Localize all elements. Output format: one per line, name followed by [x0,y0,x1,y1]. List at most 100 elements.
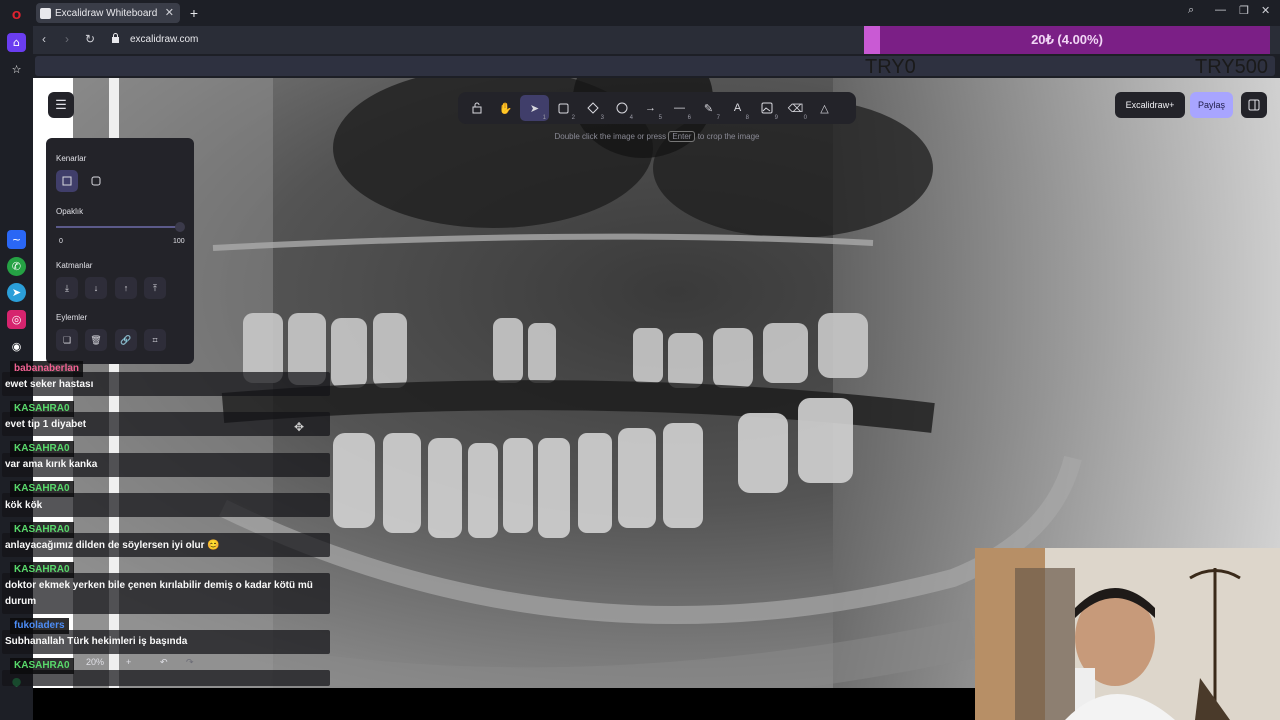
delete-button[interactable]: 🗑 [85,329,107,351]
tool-key: 6 [687,115,691,121]
undo-button[interactable]: ↶ [160,657,168,668]
tab-close-icon[interactable]: ✕ [165,6,174,19]
edges-sharp-button[interactable] [56,170,78,192]
url-field[interactable]: excalidraw.com [130,34,198,45]
move-cursor-icon: ✥ [294,420,305,434]
trash-icon: 🗑 [90,334,102,345]
excalidraw-favicon-icon [40,7,51,19]
main-menu-button[interactable]: ☰ [48,92,74,118]
hand-tool-button[interactable]: ✋ [491,95,520,121]
webcam-overlay [975,548,1280,720]
back-icon[interactable]: ‹ [42,32,46,46]
bring-to-front-button[interactable]: ⤒ [144,277,166,299]
tab-bar: Excalidraw Whiteboard ✕ + ⌕ — ❐ ✕ [33,0,1280,26]
messenger-icon[interactable]: ~ [7,230,26,249]
chat-message: ewet seker hastası [5,379,94,390]
search-tabs-icon[interactable]: ⌕ [1188,4,1194,17]
chat-message: evet tip 1 diyabet [5,419,87,430]
crop-button[interactable]: ⌗ [144,329,166,351]
chat-message: Subhanallah Türk hekimleri iş başında [5,636,188,647]
maximize-icon[interactable]: ❐ [1239,4,1249,17]
minimize-icon[interactable]: — [1215,4,1226,16]
sidebar-icon [1248,99,1260,111]
diamond-icon [586,102,599,114]
diamond-tool-button[interactable]: 3 [578,95,607,121]
sharp-edge-icon [62,176,72,186]
opacity-title: Opaklık [56,207,84,216]
donation-goal-bar: 20₺ (4.00%) [864,26,1270,54]
lock-tool-button[interactable] [462,95,491,121]
ellipse-tool-button[interactable]: 4 [607,95,636,121]
edges-round-button[interactable] [85,170,107,192]
ellipse-icon [616,102,627,114]
redo-button[interactable]: ↷ [186,657,194,668]
telegram-icon[interactable]: ➤ [7,283,26,302]
arrow-tool-button[interactable]: → 5 [636,95,665,121]
image-tool-button[interactable]: 9 [752,95,781,121]
tool-key: 0 [803,115,807,121]
whatsapp-icon[interactable]: ✆ [7,257,26,276]
opacity-slider-thumb[interactable] [175,222,185,232]
screen: O ⌂ ☆ ~ ✆ ➤ ◎ ◉ ● Excalidraw Whiteboard … [0,0,1280,720]
text-tool-button[interactable]: A 8 [723,95,752,121]
hint-text-before: Double click the image or press [554,132,667,141]
new-tab-button[interactable]: + [186,5,202,21]
excalidraw-plus-button[interactable]: Excalidraw+ [1115,92,1185,118]
opera-logo-icon[interactable]: O [7,6,26,25]
library-button[interactable] [1241,92,1267,118]
reload-icon[interactable]: ↻ [85,32,95,46]
bookmarks-strip [35,56,1275,76]
forward-icon[interactable]: › [65,32,69,46]
tool-key: 2 [571,115,575,121]
properties-panel: Kenarlar Opaklık Katmanlar ⤓ ↓ ↑ ⤒ Eylem… [46,138,194,364]
opacity-slider-track[interactable] [56,226,180,228]
chat-message: var ama kırık kanka [5,459,98,470]
chat-message: anlayacağımız dilden de söylersen iyi ol… [5,540,220,551]
share-button[interactable]: Paylaş [1190,92,1233,118]
tab-excalidraw[interactable]: Excalidraw Whiteboard ✕ [36,3,180,23]
crop-icon: ⌗ [152,334,158,345]
chat-username: KASAHRA0 [10,401,74,417]
send-to-back-icon: ⤓ [65,282,69,293]
bring-forward-button[interactable]: ↑ [115,277,137,299]
arrow-icon: → [645,102,656,114]
rectangle-tool-button[interactable]: 2 [549,95,578,121]
image-icon [761,102,772,114]
extra-tools-button[interactable]: △ [810,95,839,121]
hand-icon: ✋ [498,102,513,115]
link-icon: 🔗 [120,334,132,345]
duplicate-button[interactable]: ❏ [56,329,78,351]
close-window-icon[interactable]: ✕ [1261,4,1270,17]
selection-tool-button[interactable]: ➤ 1 [520,95,549,121]
chat-username: KASAHRA0 [10,441,74,457]
chat-message: kök kök [5,500,43,511]
link-button[interactable]: 🔗 [115,329,137,351]
donation-max-label: TRY500 [1195,56,1269,78]
draw-tool-button[interactable]: ✎ 7 [694,95,723,122]
rectangle-icon [558,103,569,113]
tool-key: 7 [716,115,720,121]
tool-key: 8 [745,115,749,121]
chat-username: KASAHRA0 [10,522,74,538]
discord-icon[interactable]: ◉ [7,337,26,356]
bring-to-front-icon: ⤒ [153,282,157,293]
send-backward-button[interactable]: ↓ [85,277,107,299]
tool-key: 3 [600,115,604,121]
pointer-icon: ➤ [529,102,540,115]
zoom-level[interactable]: 20% [86,657,104,667]
send-to-back-button[interactable]: ⤓ [56,277,78,299]
donation-min-label: TRY0 [865,56,916,78]
pencil-icon: ✎ [703,102,714,115]
instagram-icon[interactable]: ◎ [7,310,26,329]
actions-title: Eylemler [56,313,88,322]
chat-username: KASAHRA0 [10,562,74,578]
chat-username: KASAHRA0 [10,658,74,674]
home-icon[interactable]: ⌂ [7,33,26,52]
bring-forward-icon: ↑ [123,283,129,293]
line-tool-button[interactable]: — 6 [665,95,694,121]
eraser-tool-button[interactable]: ⌫ 0 [781,95,810,122]
star-icon[interactable]: ☆ [7,60,26,79]
chat-message: doktor ekmek yerken bile çenen kırılabil… [5,580,313,591]
lock-open-icon [472,102,481,114]
zoom-in-button[interactable]: + [126,657,131,667]
